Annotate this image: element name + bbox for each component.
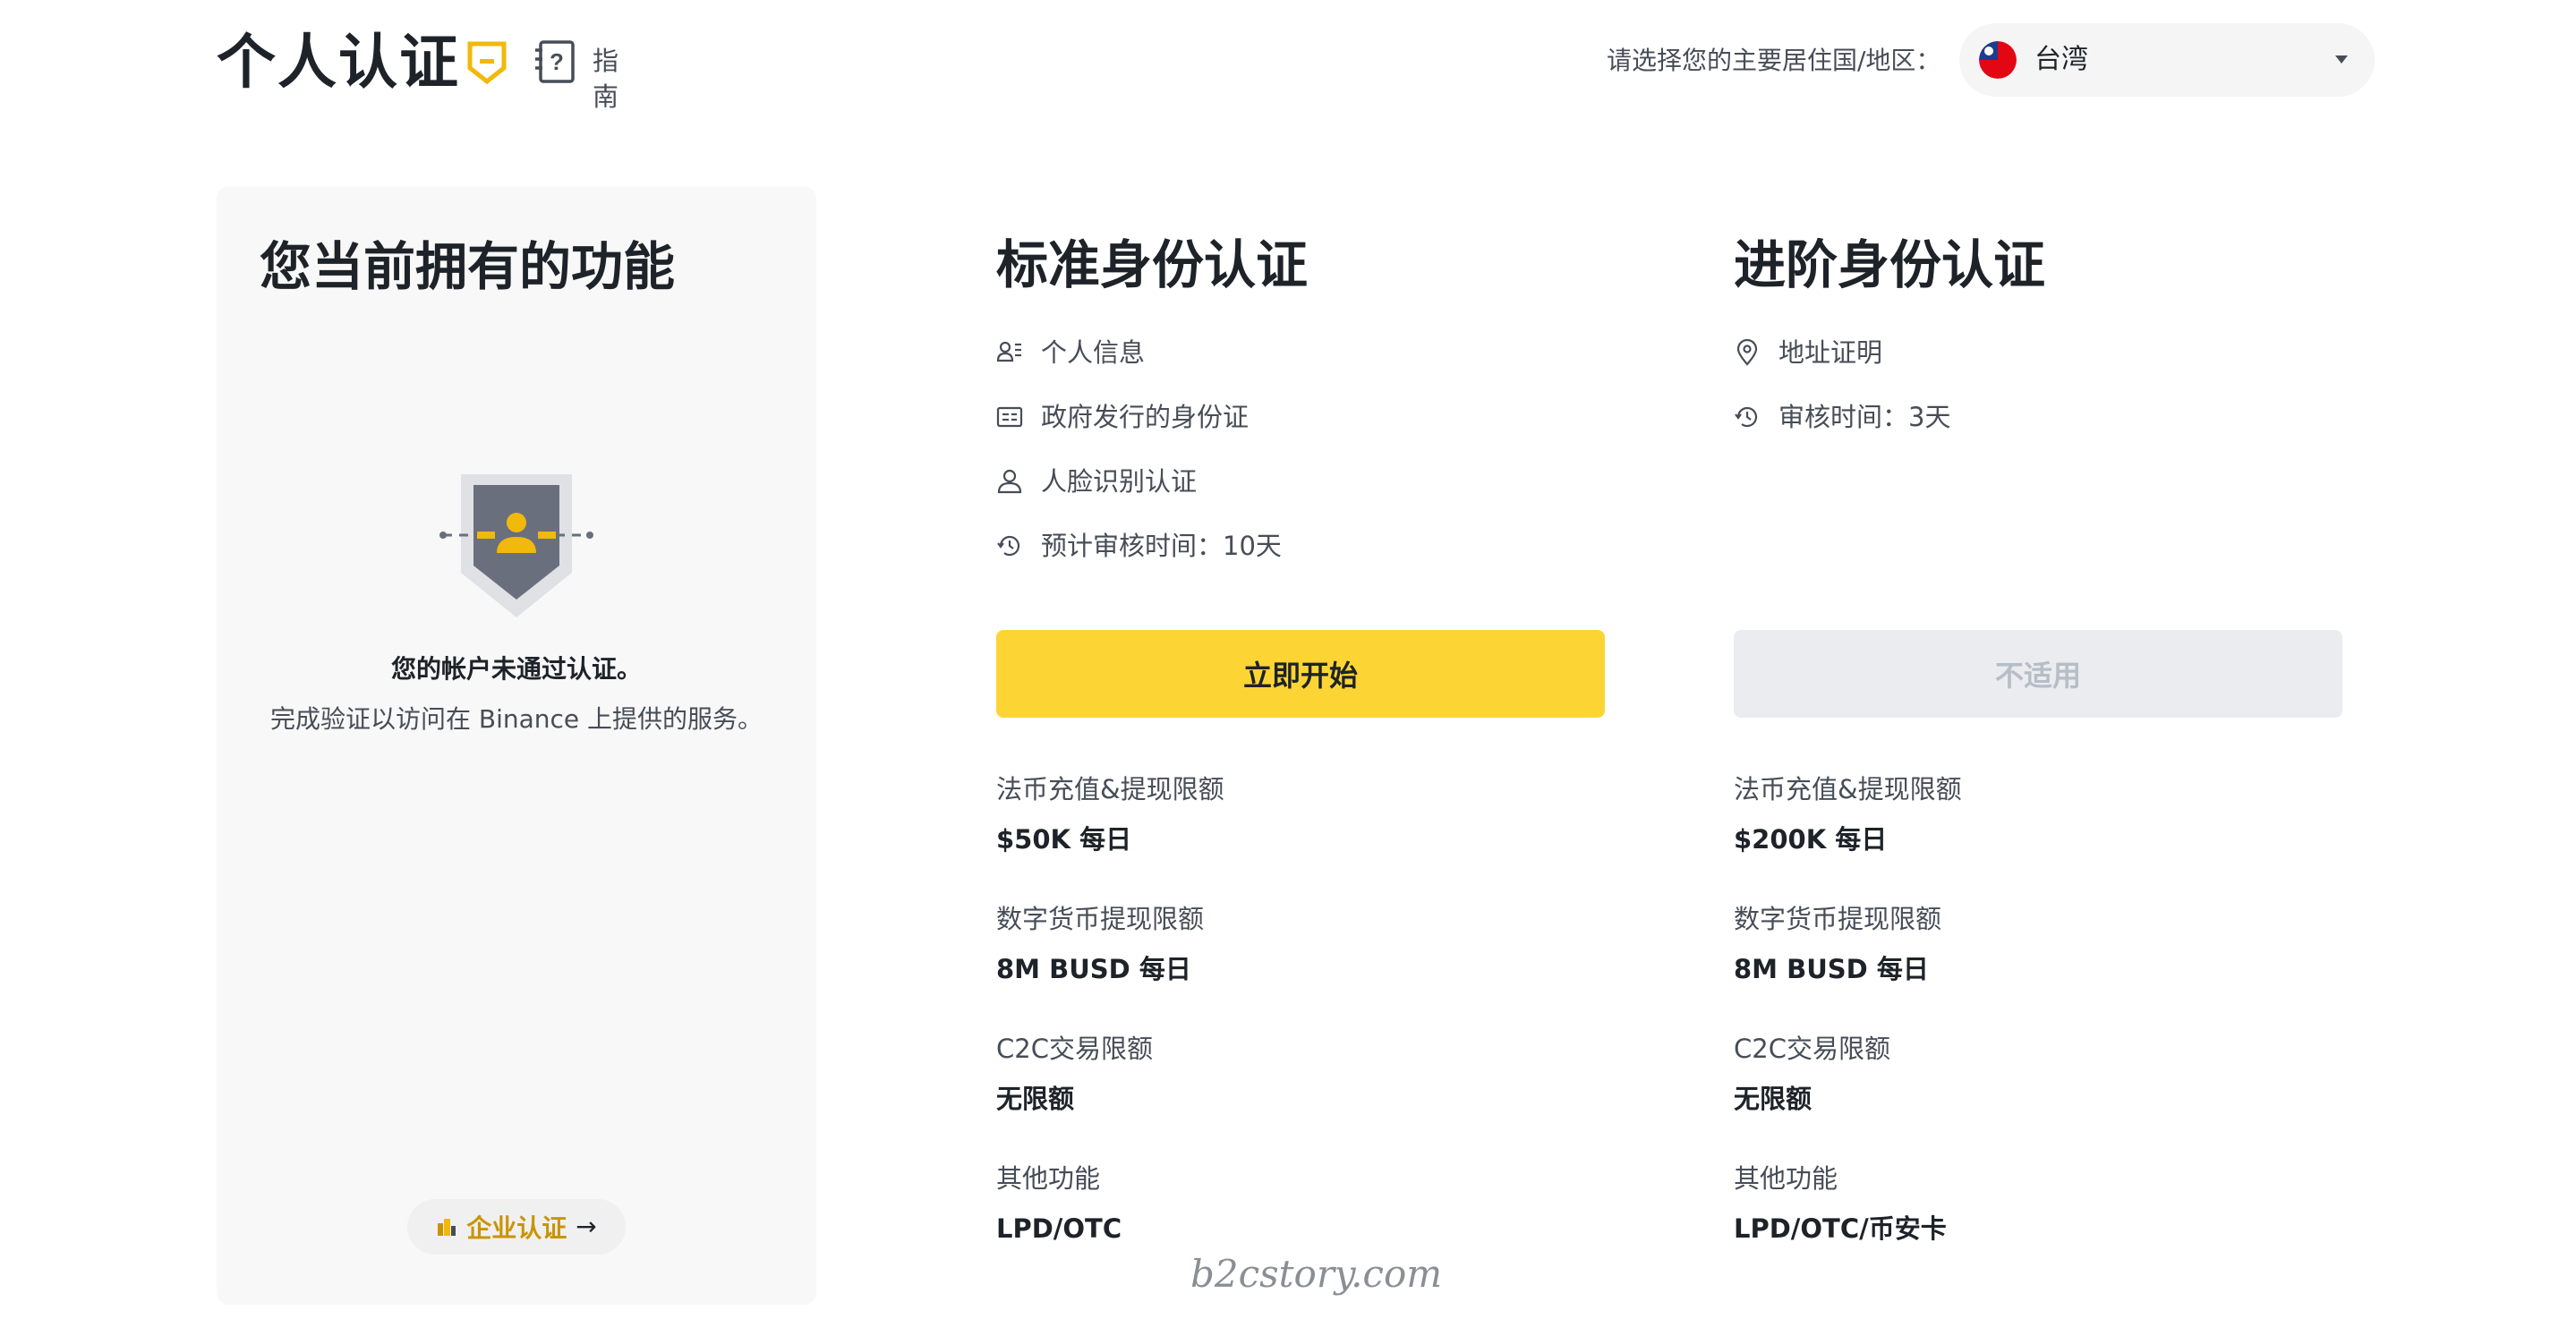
building-icon xyxy=(438,1219,456,1236)
advanced-verification-column: 进阶身份认证 地址证明 审核时间：3天 不适用 法币充值&提现限额 $200K … xyxy=(1734,186,2342,1278)
requirement-item: 个人信息 xyxy=(996,335,1145,370)
limit-label: 数字货币提现限额 xyxy=(996,904,1205,934)
standard-verification-title: 标准身份认证 xyxy=(996,234,1309,295)
verification-hint-text: 完成验证以访问在 Binance 上提供的服务。 xyxy=(269,704,763,734)
country-label: 请选择您的主要居住国/地区： xyxy=(1607,46,1941,75)
enterprise-verification-button[interactable]: 企业认证 → xyxy=(407,1199,626,1255)
requirement-item: 政府发行的身份证 xyxy=(996,399,1249,435)
limit-value: $200K 每日 xyxy=(1734,824,1888,855)
requirement-label: 个人信息 xyxy=(1041,337,1146,368)
unverified-shield-icon xyxy=(439,474,593,617)
id-card-icon xyxy=(996,406,1023,428)
face-icon xyxy=(997,469,1022,494)
not-applicable-button: 不适用 xyxy=(1734,630,2342,718)
limit-label: 法币充值&提现限额 xyxy=(1734,774,1962,804)
standard-verification-column: 标准身份认证 个人信息 政府发行的身份证 人脸识别认证 预计审核时间：10天 立… xyxy=(996,186,1605,1278)
requirement-item: 地址证明 xyxy=(1734,335,1882,370)
requirement-label: 预计审核时间：10天 xyxy=(1041,531,1282,561)
clock-icon xyxy=(1735,406,1758,428)
limit-value: 8M BUSD 每日 xyxy=(996,954,1191,984)
limit-label: 法币充值&提现限额 xyxy=(996,774,1224,804)
limit-value: LPD/OTC/币安卡 xyxy=(1734,1213,1947,1244)
requirement-item: 审核时间：3天 xyxy=(1734,399,1950,435)
svg-text:?: ? xyxy=(550,48,564,75)
unverified-status-text: 您的帐户未通过认证。 xyxy=(390,654,642,684)
limit-label: 其他功能 xyxy=(1734,1163,1838,1194)
limit-value: 8M BUSD 每日 xyxy=(1734,954,1929,984)
current-features-title: 您当前拥有的功能 xyxy=(260,236,676,297)
limit-label: C2C交易限额 xyxy=(996,1034,1153,1064)
enterprise-verification-label: 企业认证 xyxy=(466,1213,567,1243)
limit-label: 其他功能 xyxy=(996,1163,1101,1194)
taiwan-flag-icon xyxy=(1979,41,2017,79)
watermark-text: b2cstory.com xyxy=(1190,1252,1443,1296)
limit-value: 无限额 xyxy=(996,1084,1075,1114)
location-icon xyxy=(1736,339,1758,366)
limit-label: C2C交易限额 xyxy=(1734,1034,1890,1064)
requirement-label: 审核时间：3天 xyxy=(1778,402,1951,432)
guide-book-icon: ? xyxy=(535,40,575,83)
start-now-button[interactable]: 立即开始 xyxy=(996,630,1605,718)
current-features-panel: 您当前拥有的功能 您的帐户未通过认证。 完成验证以访问在 Binance 上提供… xyxy=(217,186,816,1305)
limit-label: 数字货币提现限额 xyxy=(1734,904,1942,934)
requirement-label: 人脸识别认证 xyxy=(1041,466,1198,497)
requirement-item: 人脸识别认证 xyxy=(996,464,1197,499)
advanced-verification-title: 进阶身份认证 xyxy=(1734,234,2046,295)
verification-badge-icon xyxy=(467,41,507,84)
requirement-item: 预计审核时间：10天 xyxy=(996,528,1282,564)
limit-value: 无限额 xyxy=(1734,1084,1813,1114)
chevron-down-icon xyxy=(2335,55,2348,64)
limit-value: $50K 每日 xyxy=(996,824,1132,855)
guide-label: 指南 xyxy=(593,46,619,112)
person-info-icon xyxy=(996,341,1021,362)
limit-value: LPD/OTC xyxy=(996,1213,1122,1244)
requirement-label: 地址证明 xyxy=(1778,337,1883,368)
page-title: 个人认证 xyxy=(217,28,460,97)
clock-icon xyxy=(997,535,1020,557)
arrow-right-icon: → xyxy=(576,1212,597,1241)
country-value: 台湾 xyxy=(2034,44,2088,75)
guide-button[interactable]: ? 指南 xyxy=(533,36,632,112)
country-select[interactable]: 台湾 xyxy=(1959,23,2375,97)
requirement-label: 政府发行的身份证 xyxy=(1041,402,1250,432)
